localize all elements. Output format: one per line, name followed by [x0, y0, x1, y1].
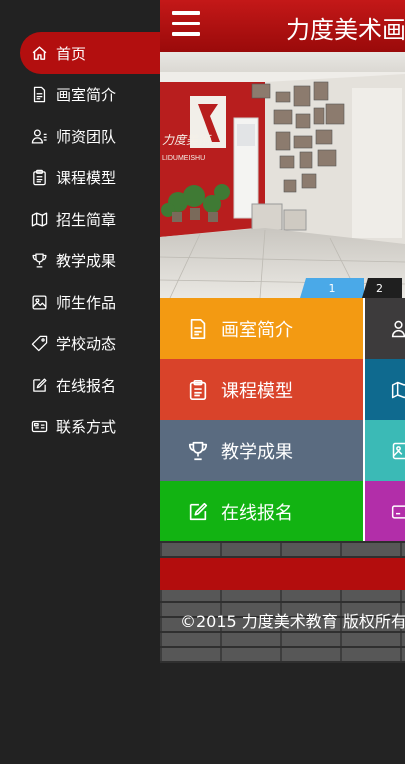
team-icon	[31, 128, 48, 145]
menu-item-label: 师资团队	[56, 127, 117, 146]
map-icon	[391, 381, 405, 398]
hamburger-menu-icon[interactable]	[172, 11, 200, 39]
site-title: 力度美术画室	[286, 16, 405, 44]
team-icon	[391, 320, 405, 337]
image-icon	[392, 442, 405, 459]
tile-achievements[interactable]: 教学成果	[160, 420, 363, 481]
tag-icon	[31, 335, 48, 352]
menu-list: 首页 画室简介 师资团队 课程模型 招生简章 教学成果 师生作品 学校动态 在线…	[0, 32, 160, 448]
footer-copyright: ©2015 力度美术教育 版权所有	[180, 612, 405, 631]
document-icon	[187, 318, 209, 340]
menu-item-label: 首页	[56, 44, 87, 63]
top-bar: 力度美术画室	[160, 0, 405, 52]
banner-sign-latin: LIDUMEISHU	[162, 155, 205, 162]
tile-teachers-partial[interactable]	[363, 298, 405, 359]
menu-item-studio-intro[interactable]: 画室简介	[0, 74, 160, 116]
menu-item-teachers[interactable]: 师资团队	[0, 116, 160, 158]
menu-item-courses[interactable]: 课程模型	[0, 157, 160, 199]
menu-item-label: 招生简章	[56, 210, 117, 229]
banner-photo: 力度美術 LIDUMEISHU	[160, 52, 405, 298]
tile-label: 画室简介	[221, 319, 293, 341]
tile-label: 在线报名	[221, 502, 293, 524]
trophy-icon	[31, 252, 48, 269]
menu-item-label: 教学成果	[56, 252, 117, 271]
contact-card-icon	[31, 418, 48, 435]
slide-dot-1[interactable]: 1	[300, 278, 364, 298]
menu-item-contact[interactable]: 联系方式	[0, 406, 160, 448]
tile-admissions-partial[interactable]	[363, 359, 405, 420]
tile-label: 教学成果	[221, 441, 293, 463]
tile-courses[interactable]: 课程模型	[160, 359, 363, 420]
tile-row: 教学成果	[160, 420, 405, 481]
clipboard-icon	[31, 169, 48, 186]
contact-card-icon	[391, 504, 405, 519]
banner-sign-text: 力度美術	[162, 133, 212, 147]
menu-item-label: 画室简介	[56, 86, 117, 105]
side-menu: 首页 画室简介 师资团队 课程模型 招生简章 教学成果 师生作品 学校动态 在线…	[0, 0, 160, 764]
page-bottom	[160, 663, 405, 764]
edit-icon	[31, 377, 48, 394]
menu-item-label: 课程模型	[56, 169, 117, 188]
menu-item-achievements[interactable]: 教学成果	[0, 240, 160, 282]
tile-works-partial[interactable]	[363, 420, 405, 481]
home-icon	[31, 45, 48, 62]
document-icon	[31, 86, 48, 103]
tile-studio-intro[interactable]: 画室简介	[160, 298, 363, 359]
slider-pagination: 1 2	[300, 278, 402, 298]
nav-tiles: 画室简介 课程模型 教学成果 在线报名	[160, 298, 405, 542]
footer-red-strip	[160, 558, 405, 590]
slide-dot-2[interactable]: 2	[362, 278, 402, 298]
menu-item-label: 学校动态	[56, 335, 117, 354]
menu-item-admissions[interactable]: 招生简章	[0, 199, 160, 241]
tile-row: 课程模型	[160, 359, 405, 420]
tile-signup[interactable]: 在线报名	[160, 481, 363, 542]
edit-icon	[187, 501, 209, 523]
menu-item-signup[interactable]: 在线报名	[0, 365, 160, 407]
tile-contact-partial[interactable]	[363, 481, 405, 542]
clipboard-icon	[187, 379, 209, 401]
menu-item-label: 联系方式	[56, 418, 117, 437]
menu-item-works[interactable]: 师生作品	[0, 282, 160, 324]
map-icon	[31, 211, 48, 228]
main-page: 力度美术画室 力度美術 LIDUMEISHU	[160, 0, 405, 764]
menu-item-label: 师生作品	[56, 293, 117, 312]
tile-row: 画室简介	[160, 298, 405, 359]
menu-item-home[interactable]: 首页	[20, 32, 160, 74]
tile-row: 在线报名	[160, 481, 405, 542]
menu-item-label: 在线报名	[56, 376, 117, 395]
banner-slider[interactable]: 力度美術 LIDUMEISHU 1 2	[160, 52, 405, 298]
image-icon	[31, 294, 48, 311]
tile-label: 课程模型	[221, 380, 293, 402]
trophy-icon	[187, 440, 209, 462]
menu-item-news[interactable]: 学校动态	[0, 323, 160, 365]
